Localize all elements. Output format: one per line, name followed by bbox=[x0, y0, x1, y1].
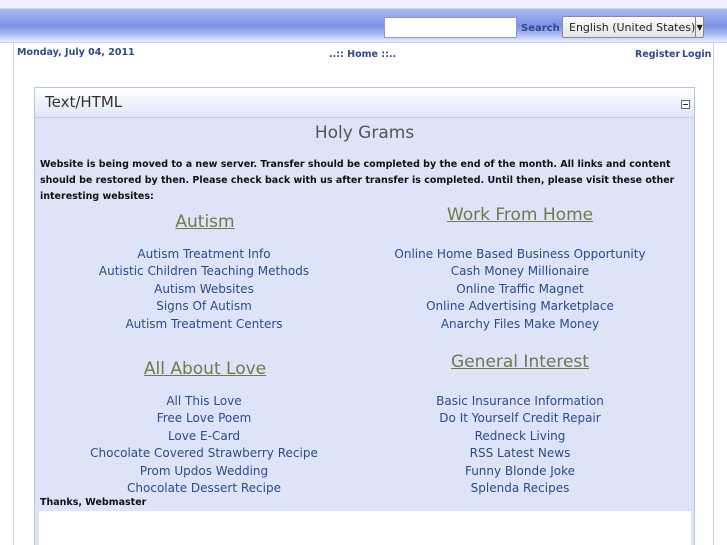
link-list-work-from-home: Online Home Based Business Opportunity C… bbox=[380, 246, 660, 333]
link-list-autism: Autism Treatment Info Autistic Children … bbox=[75, 246, 333, 333]
link-item[interactable]: Funny Blonde Joke bbox=[380, 463, 660, 480]
breadcrumb-prefix: ..:: bbox=[329, 49, 344, 60]
register-link[interactable]: Register bbox=[635, 49, 680, 60]
breadcrumb: ..:: Home ::.. bbox=[329, 49, 396, 60]
link-item[interactable]: Autistic Children Teaching Methods bbox=[75, 263, 333, 280]
link-list-all-about-love: All This Love Free Love Poem Love E-Card… bbox=[75, 393, 333, 497]
module-title: Text/HTML bbox=[45, 93, 123, 111]
breadcrumb-suffix: ::.. bbox=[381, 49, 397, 60]
info-bar: Monday, July 04, 2011 ..:: Home ::.. Reg… bbox=[0, 44, 727, 66]
text-html-module: Text/HTML Holy Grams Website is being mo… bbox=[34, 87, 695, 545]
link-item[interactable]: Redneck Living bbox=[380, 428, 660, 445]
link-item[interactable]: All This Love bbox=[75, 393, 333, 410]
top-bar: Search English (United States) ▼ bbox=[0, 0, 727, 43]
site-title: Holy Grams bbox=[314, 123, 415, 143]
thanks-signature: Thanks, Webmaster bbox=[40, 497, 147, 508]
link-list-general-interest: Basic Insurance Information Do It Yourse… bbox=[380, 393, 660, 497]
section-heading-work-from-home[interactable]: Work From Home bbox=[430, 205, 610, 225]
link-item[interactable]: Basic Insurance Information bbox=[380, 393, 660, 410]
link-item[interactable]: Do It Yourself Credit Repair bbox=[380, 410, 660, 427]
search-input[interactable] bbox=[384, 17, 517, 38]
search-button[interactable]: Search bbox=[521, 21, 560, 35]
section-heading-autism[interactable]: Autism bbox=[145, 212, 265, 232]
link-item[interactable]: Autism Treatment Centers bbox=[75, 316, 333, 333]
chevron-down-icon[interactable]: ▼ bbox=[695, 17, 703, 37]
link-item[interactable]: Cash Money Millionaire bbox=[380, 263, 660, 280]
section-heading-general-interest[interactable]: General Interest bbox=[430, 352, 610, 372]
current-date: Monday, July 04, 2011 bbox=[17, 47, 135, 58]
link-item[interactable]: Online Advertising Marketplace bbox=[380, 298, 660, 315]
language-select[interactable]: English (United States) ▼ bbox=[562, 16, 704, 38]
module-body: Holy Grams Website is being moved to a n… bbox=[35, 119, 694, 545]
top-strip bbox=[0, 0, 727, 9]
link-item[interactable]: Splenda Recipes bbox=[380, 480, 660, 497]
link-item[interactable]: Prom Updos Wedding bbox=[75, 463, 333, 480]
breadcrumb-home-link[interactable]: Home bbox=[347, 49, 378, 60]
link-item[interactable]: Online Traffic Magnet bbox=[380, 281, 660, 298]
intro-text: Website is being moved to a new server. … bbox=[40, 159, 675, 202]
link-item[interactable]: Free Love Poem bbox=[75, 410, 333, 427]
link-item[interactable]: Anarchy Files Make Money bbox=[380, 316, 660, 333]
link-item[interactable]: Chocolate Dessert Recipe bbox=[75, 480, 333, 497]
link-item[interactable]: Chocolate Covered Strawberry Recipe bbox=[75, 445, 333, 462]
language-selected: English (United States) bbox=[569, 20, 696, 34]
login-link[interactable]: Login bbox=[682, 49, 711, 60]
link-item[interactable]: Autism Treatment Info bbox=[75, 246, 333, 263]
link-item[interactable]: Love E-Card bbox=[75, 428, 333, 445]
link-item[interactable]: Autism Websites bbox=[75, 281, 333, 298]
link-item[interactable]: Online Home Based Business Opportunity bbox=[380, 246, 660, 263]
content-panel bbox=[39, 511, 691, 545]
minimize-icon[interactable] bbox=[681, 100, 690, 109]
module-header: Text/HTML bbox=[35, 88, 694, 118]
link-item[interactable]: RSS Latest News bbox=[380, 445, 660, 462]
link-item[interactable]: Signs Of Autism bbox=[75, 298, 333, 315]
section-heading-all-about-love[interactable]: All About Love bbox=[120, 359, 290, 379]
